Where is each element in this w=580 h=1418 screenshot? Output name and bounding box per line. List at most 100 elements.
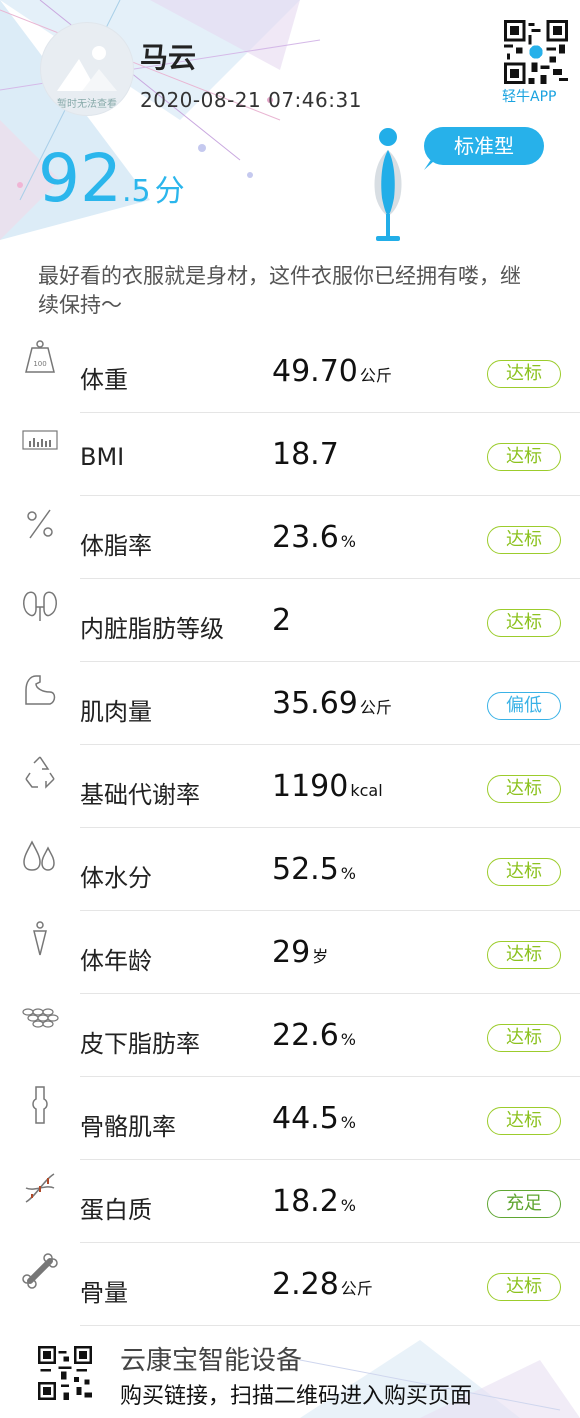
metric-value: 2 [272, 603, 293, 638]
footer-subtitle: 购买链接，扫描二维码进入购买页面 [120, 1384, 473, 1409]
footer-title: 云康宝智能设备 [120, 1346, 303, 1376]
metric-label: 骨量 [80, 1279, 128, 1307]
app-qr-code[interactable] [504, 20, 568, 84]
avatar-caption: 暂时无法查看 [57, 99, 117, 110]
metric-row[interactable]: 肌肉量 35.69 公斤 偏低 [0, 662, 580, 745]
avatar[interactable]: 暂时无法查看 [40, 22, 134, 116]
metric-unit: 公斤 [359, 698, 392, 717]
metric-value: 2.28 公斤 [272, 1267, 373, 1302]
score-unit: 分 [154, 174, 185, 209]
metric-status-badge: 达标 [487, 1107, 561, 1135]
metrics-list: 100 体重 49.70 公斤 达标 BMI 18.7 达标 体脂率 23.6% 达标 内脏脂肪等级 2… [0, 330, 580, 1326]
percent-icon [27, 509, 53, 539]
joint-bone-icon [32, 1086, 48, 1124]
metric-row[interactable]: 体脂率 23.6% 达标 [0, 496, 580, 579]
metric-row[interactable]: 100 体重 49.70 公斤 达标 [0, 330, 580, 413]
water-drops-icon [23, 840, 55, 871]
metric-status-badge: 达标 [487, 1024, 561, 1052]
metric-label: 蛋白质 [80, 1196, 152, 1224]
dna-icon [25, 1173, 55, 1203]
metric-value: 44.5% [272, 1101, 356, 1136]
metric-number: 1190 [272, 769, 349, 804]
metric-row[interactable]: 基础代谢率 1190 kcal 达标 [0, 745, 580, 828]
image-placeholder-icon [57, 46, 117, 91]
metric-number: 52.5 [272, 852, 339, 887]
metric-unit: 岁 [312, 947, 329, 966]
metric-value: 1190 kcal [272, 769, 383, 804]
metric-row[interactable]: 蛋白质 18.2% 充足 [0, 1160, 580, 1243]
app-qr-label: 轻牛APP [502, 89, 557, 105]
fat-cells-icon [22, 1008, 59, 1028]
metric-unit: % [340, 864, 356, 883]
metric-status-badge: 充足 [487, 1190, 561, 1218]
metric-status-badge: 达标 [487, 941, 561, 969]
metric-row[interactable]: 内脏脂肪等级 2 达标 [0, 579, 580, 662]
metric-status-badge: 达标 [487, 443, 561, 471]
metric-row[interactable]: 体年龄 29 岁 达标 [0, 911, 580, 994]
metric-number: 18.2 [272, 1184, 339, 1219]
metric-unit: % [340, 1030, 356, 1049]
measurement-timestamp: 2020-08-21 07:46:31 [140, 88, 362, 112]
metric-label: 体脂率 [80, 532, 152, 560]
metric-value: 18.7 [272, 437, 341, 472]
metric-label: 体年龄 [80, 947, 152, 975]
metric-value: 35.69 公斤 [272, 686, 392, 721]
metric-status-badge: 达标 [487, 858, 561, 886]
bmi-chart-icon [22, 430, 58, 450]
metric-row[interactable]: 骨骼肌率 44.5% 达标 [0, 1077, 580, 1160]
metric-unit: 公斤 [340, 1279, 373, 1298]
metric-label: 骨骼肌率 [80, 1113, 176, 1141]
health-score: 92.5 分 [38, 140, 185, 217]
bone-icon [22, 1253, 58, 1289]
metric-row[interactable]: BMI 18.7 达标 [0, 413, 580, 496]
metric-number: 18.7 [272, 437, 339, 472]
metric-label: BMI [80, 443, 125, 471]
metric-number: 35.69 [272, 686, 358, 721]
metric-status-badge: 达标 [487, 775, 561, 803]
svg-text:100: 100 [33, 360, 46, 368]
summary-header: 暂时无法查看 马云 2020-08-21 07:46:31 92.5 分 标准型 … [0, 0, 580, 330]
person-icon [33, 921, 47, 956]
metric-value: 22.6% [272, 1018, 356, 1053]
metric-value: 18.2% [272, 1184, 356, 1219]
purchase-qr-code[interactable] [38, 1346, 92, 1400]
metric-row[interactable]: 骨量 2.28 公斤 达标 [0, 1243, 580, 1326]
metric-label: 皮下脂肪率 [80, 1030, 200, 1058]
metric-status-badge: 达标 [487, 526, 561, 554]
score-decimal: .5 [121, 174, 151, 209]
user-name: 马云 [140, 41, 197, 74]
metric-value: 49.70 公斤 [272, 354, 392, 389]
metric-label: 基础代谢率 [80, 781, 200, 809]
metric-number: 49.70 [272, 354, 358, 389]
metric-label: 体水分 [80, 864, 152, 892]
metric-number: 29 [272, 935, 311, 970]
metric-row[interactable]: 体水分 52.5% 达标 [0, 828, 580, 911]
metric-unit: 公斤 [359, 366, 392, 385]
metric-value: 29 岁 [272, 935, 328, 970]
organs-icon [23, 591, 57, 621]
metric-unit: % [340, 532, 356, 551]
score-integer: 92 [38, 140, 122, 217]
purchase-footer[interactable]: 云康宝智能设备 购买链接，扫描二维码进入购买页面 [0, 1326, 580, 1418]
metric-status-badge: 达标 [487, 1273, 561, 1301]
metric-value: 23.6% [272, 520, 356, 555]
metric-status-badge: 达标 [487, 609, 561, 637]
metric-number: 23.6 [272, 520, 339, 555]
metric-status-badge: 达标 [487, 360, 561, 388]
metric-unit: % [340, 1196, 356, 1215]
metric-label: 体重 [80, 366, 128, 394]
metric-number: 2.28 [272, 1267, 339, 1302]
metric-status-badge: 偏低 [487, 692, 561, 720]
metric-value: 52.5% [272, 852, 356, 887]
metric-number: 2 [272, 603, 292, 638]
body-type-badge: 标准型 [424, 127, 544, 165]
metric-row[interactable]: 皮下脂肪率 22.6% 达标 [0, 994, 580, 1077]
metric-unit: kcal [350, 781, 383, 800]
metric-number: 22.6 [272, 1018, 339, 1053]
body-figure-icon [374, 128, 402, 241]
metric-unit: % [340, 1113, 356, 1132]
weight-icon: 100 [25, 340, 55, 373]
metric-label: 内脏脂肪等级 [80, 615, 224, 643]
muscle-arm-icon [25, 675, 56, 705]
metric-number: 44.5 [272, 1101, 339, 1136]
